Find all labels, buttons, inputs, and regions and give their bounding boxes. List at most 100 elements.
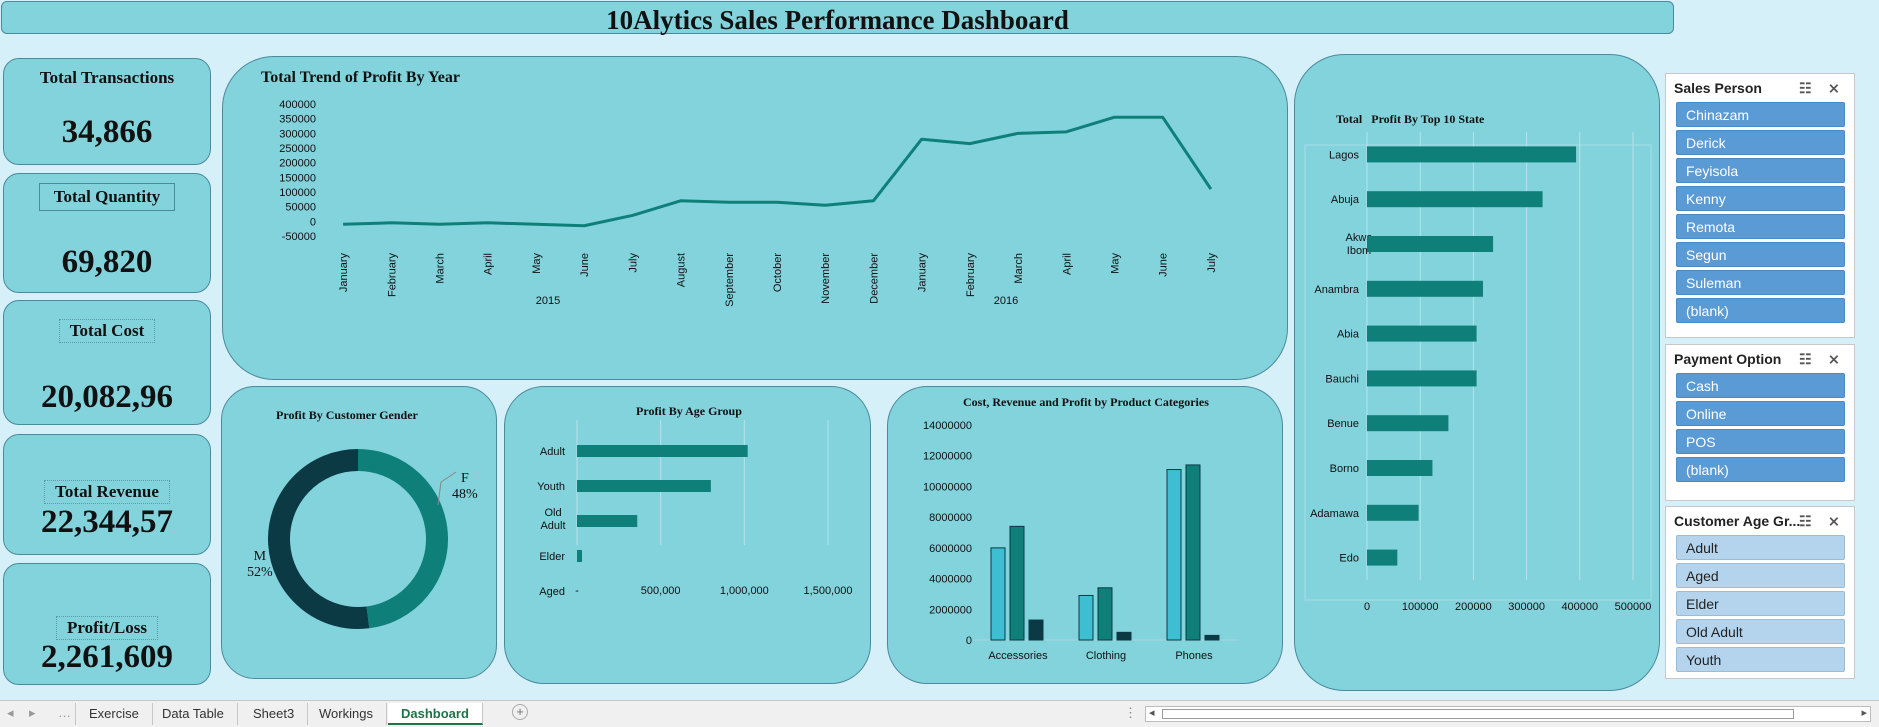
- state-profit-bar: [1367, 460, 1433, 476]
- slicer-item[interactable]: Old Adult: [1676, 619, 1845, 644]
- state-profit-bar: [1367, 415, 1449, 432]
- age-profit-bar: [577, 480, 711, 492]
- scroll-left-icon[interactable]: ◂: [7, 705, 14, 721]
- slicer-item[interactable]: Cash: [1676, 373, 1845, 398]
- slicer-item[interactable]: Adult: [1676, 535, 1845, 560]
- more-sheets-icon[interactable]: …: [58, 705, 71, 720]
- scroll-right-icon[interactable]: ▸: [29, 705, 36, 721]
- y-tick-label: 100000: [279, 187, 316, 199]
- age-profit-bar: [577, 550, 583, 562]
- category-label: Old Adult: [540, 507, 565, 532]
- y-tick-label: 300000: [279, 128, 316, 140]
- x-tick-label: January: [338, 253, 350, 293]
- slicer-item[interactable]: Elder: [1676, 591, 1845, 616]
- y-tick-label: 4000000: [929, 574, 972, 586]
- kpi-total-cost: Total Cost 20,082,96: [3, 300, 211, 425]
- y-tick-label: 50000: [285, 202, 316, 214]
- slicer-item[interactable]: Chinazam: [1676, 102, 1845, 127]
- x-tick-label: February: [965, 253, 977, 298]
- slicer-item[interactable]: Suleman: [1676, 270, 1845, 295]
- multi-select-icon[interactable]: ☷: [1799, 351, 1812, 368]
- scroll-left-arrow-icon[interactable]: ◂: [1149, 706, 1155, 719]
- category-label: Lagos: [1329, 149, 1359, 161]
- x-tick-label: 1,000,000: [720, 585, 769, 597]
- slicer-payment-option: Payment Option ☷ ⨯ Cash Online POS (blan…: [1665, 344, 1855, 501]
- x-tick-label: 400000: [1561, 601, 1598, 613]
- multi-select-icon[interactable]: ☷: [1799, 80, 1812, 97]
- slicer-item[interactable]: Youth: [1676, 647, 1845, 672]
- y-tick-label: 250000: [279, 143, 316, 155]
- tab-dashboard[interactable]: Dashboard: [388, 703, 483, 725]
- x-tick-label: 100000: [1402, 601, 1439, 613]
- age-profit-bar: [577, 515, 638, 527]
- slicer-sales-person: Sales Person ☷ ⨯ Chinazam Derick Feyisol…: [1665, 73, 1855, 338]
- slicer-item[interactable]: (blank): [1676, 457, 1845, 482]
- y-tick-label: 400000: [279, 99, 316, 111]
- x-tick-label: December: [868, 253, 880, 304]
- state-profit-bar-chart: 0 100000 200000 300000 400000 500000 Lagos Abuj…: [1304, 132, 1652, 613]
- splitter-handle-icon[interactable]: ⋮: [1124, 705, 1137, 721]
- product-category-chart-card: Cost, Revenue and Profit by Product Cate…: [887, 386, 1283, 684]
- slicer-item[interactable]: Feyisola: [1676, 158, 1845, 183]
- category-label: Youth: [537, 481, 565, 493]
- x-tick-label: July: [627, 253, 639, 273]
- gender-profit-donut-chart: [268, 449, 457, 629]
- state-profit-bar: [1367, 236, 1494, 252]
- tab-sheet3[interactable]: Sheet3: [240, 703, 309, 725]
- slicer-item[interactable]: (blank): [1676, 298, 1845, 323]
- kpi-label: Total Revenue: [44, 480, 170, 504]
- slicer-item[interactable]: Online: [1676, 401, 1845, 426]
- clear-filter-icon[interactable]: ⨯: [1828, 351, 1840, 368]
- y-tick-label: 150000: [279, 172, 316, 184]
- age-group-chart-card: Profit By Age Group -500,000 1,000,000 1,5…: [504, 386, 871, 684]
- age-profit-bar: [577, 445, 748, 457]
- kpi-profit-loss: Profit/Loss 2,261,609: [3, 563, 211, 685]
- slicer-item[interactable]: Remota: [1676, 214, 1845, 239]
- tab-exercise[interactable]: Exercise: [75, 703, 153, 725]
- clear-filter-icon[interactable]: ⨯: [1828, 80, 1840, 97]
- add-sheet-icon[interactable]: +: [512, 704, 528, 720]
- tab-workings[interactable]: Workings: [306, 703, 387, 725]
- category-column: [1028, 619, 1044, 641]
- kpi-label: Total Quantity: [38, 183, 176, 211]
- slicer-item[interactable]: Kenny: [1676, 186, 1845, 211]
- age-group-bar-chart: - 500,000 1,000,000 1,500,000 Adult Youth Old A…: [537, 420, 853, 598]
- kpi-value: 2,261,609: [41, 639, 173, 675]
- category-label: Bauchi: [1325, 373, 1359, 385]
- category-label: Accessories: [988, 650, 1048, 662]
- kpi-value: 22,344,57: [41, 504, 173, 540]
- slicer-item[interactable]: Segun: [1676, 242, 1845, 267]
- scroll-right-arrow-icon[interactable]: ▸: [1861, 706, 1867, 719]
- category-label: Borno: [1330, 463, 1359, 475]
- slicer-item[interactable]: Aged: [1676, 563, 1845, 588]
- category-label: Edo: [1339, 553, 1359, 565]
- category-label: Abuja: [1331, 194, 1360, 206]
- product-category-column-chart: 14000000 12000000 10000000 8000000 6000000 40…: [923, 420, 1238, 662]
- clear-filter-icon[interactable]: ⨯: [1828, 513, 1840, 530]
- gender-donut-slice-f: [357, 449, 448, 629]
- gender-donut-slice-m: [268, 449, 370, 629]
- state-profit-bar: [1367, 549, 1398, 566]
- scrollbar-thumb[interactable]: [1162, 709, 1794, 719]
- slicer-item[interactable]: POS: [1676, 429, 1845, 454]
- category-label: Benue: [1327, 418, 1359, 430]
- category-column: [1097, 587, 1113, 641]
- profit-trend-chart-card: Total Trend of Profit By Year 400000 3500…: [222, 56, 1288, 380]
- tab-data-table[interactable]: Data Table: [149, 703, 238, 725]
- category-label: Adult: [540, 446, 565, 458]
- male-data-label: M 52%: [247, 549, 273, 581]
- horizontal-scrollbar[interactable]: ◂ ▸: [1145, 706, 1871, 722]
- x-tick-label: October: [772, 253, 784, 292]
- kpi-total-quantity: Total Quantity 69,820: [3, 173, 211, 293]
- multi-select-icon[interactable]: ☷: [1799, 513, 1812, 530]
- x-tick-label: 0: [1364, 601, 1370, 613]
- x-tick-label: 1,500,000: [804, 585, 853, 597]
- sheet-tab-bar: ◂ ▸ … Exercise Data Table Sheet3 Working…: [0, 700, 1879, 727]
- x-tick-label: March: [435, 253, 447, 284]
- y-tick-label: 10000000: [923, 481, 972, 493]
- state-profit-bar: [1367, 504, 1419, 521]
- slicer-item[interactable]: Derick: [1676, 130, 1845, 155]
- x-tick-label: May: [531, 253, 543, 274]
- profit-trend-line-chart: 400000 350000 300000 250000 200000 150000 1000…: [279, 99, 1218, 307]
- y-tick-label: 14000000: [923, 420, 972, 432]
